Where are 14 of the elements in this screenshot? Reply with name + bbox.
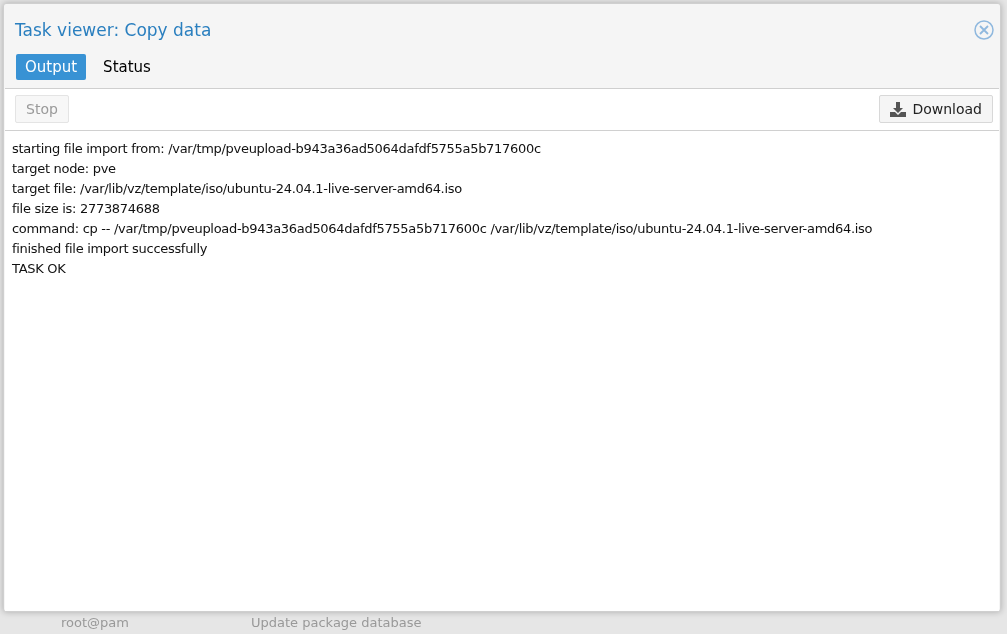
log-line: file size is: 2773874688	[12, 200, 161, 218]
download-button[interactable]: Download	[879, 95, 993, 123]
close-icon[interactable]	[974, 20, 994, 40]
tab[interactable]: Status	[94, 54, 160, 80]
log-line: target node: pve	[12, 160, 117, 178]
log-line: target file: /var/lib/vz/template/iso/ubuntu-24.04.1-live-server-amd64.iso	[12, 180, 463, 198]
download-icon	[890, 101, 907, 117]
log-line: command: cp -- /var/tmp/pveupload-b943a36ad5064dafdf5755a5b717600c /var/lib/vz/template/iso/ubuntu-24.04.1-live-server-amd64.iso	[12, 220, 874, 238]
window-title: Task viewer: Copy data	[15, 20, 212, 40]
table-cell-text: root@pam	[61, 615, 130, 630]
log-line: TASK OK	[12, 260, 67, 278]
table-cell: Update package database	[251, 615, 422, 630]
log-line: finished file import successfully	[12, 240, 209, 258]
log-line: starting file import from: /var/tmp/pveupload-b943a36ad5064dafdf5755a5b717600c	[12, 140, 542, 158]
